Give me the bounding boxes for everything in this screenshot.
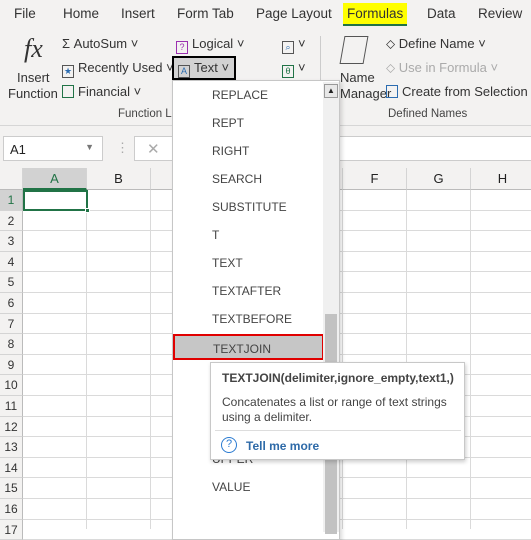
use-in-formula-button: ⬦ Use in Formula ˅ xyxy=(386,60,499,75)
dropdown-icon: ▼ xyxy=(85,142,94,152)
row-header-6[interactable]: 6 xyxy=(0,293,23,314)
name-box[interactable]: A1 ▼ xyxy=(3,136,103,161)
row-header-5[interactable]: 5 xyxy=(0,272,23,293)
name-tag-icon xyxy=(339,36,369,64)
text-functions-menu: REPLACE REPT RIGHT SEARCH SUBSTITUTE T TEXT TEX… xyxy=(172,80,340,540)
row-header-9[interactable]: 9 xyxy=(0,354,23,376)
row-header-13[interactable]: 13 xyxy=(0,437,23,458)
tab-file[interactable]: File xyxy=(14,6,36,21)
tab-data[interactable]: Data xyxy=(427,6,456,21)
create-selection-icon xyxy=(386,85,398,98)
menu-item-substitute[interactable]: SUBSTITUTE xyxy=(174,194,324,220)
text-book-icon: A xyxy=(178,65,190,78)
row-header-4[interactable]: 4 xyxy=(0,251,23,273)
row-header-8[interactable]: 8 xyxy=(0,334,23,355)
tab-insert[interactable]: Insert xyxy=(121,6,155,21)
row-header-2[interactable]: 2 xyxy=(0,210,23,232)
tab-review[interactable]: Review xyxy=(478,6,522,21)
tooltip-signature: TEXTJOIN(delimiter,ignore_empty,text1,) xyxy=(222,371,454,385)
recently-used-button[interactable]: ★ Recently Used ˅ xyxy=(62,60,174,78)
function-tooltip: TEXTJOIN(delimiter,ignore_empty,text1,) … xyxy=(210,362,465,460)
question-book-icon: ? xyxy=(176,41,188,54)
tell-me-more-link[interactable]: Tell me more xyxy=(246,439,319,453)
menu-item-textjoin[interactable]: TEXTJOIN xyxy=(173,334,324,360)
menu-item-rept[interactable]: REPT xyxy=(174,110,324,136)
row-header-15[interactable]: 15 xyxy=(0,478,23,499)
menu-item-text[interactable]: TEXT xyxy=(174,250,324,276)
create-from-selection-button[interactable]: Create from Selection xyxy=(386,84,528,99)
autosum-button[interactable]: Σ AutoSum ˅ xyxy=(62,36,138,51)
row-header-12[interactable]: 12 xyxy=(0,416,23,438)
tab-page-layout[interactable]: Page Layout xyxy=(256,6,332,21)
menu-item-right[interactable]: RIGHT xyxy=(174,138,324,164)
row-header-17[interactable]: 17 xyxy=(0,519,23,540)
tab-home[interactable]: Home xyxy=(63,6,99,21)
fill-handle[interactable] xyxy=(85,208,90,213)
ribbon-tabs: File Home Insert Form Tab Page Layout Fo… xyxy=(0,0,531,30)
tag-fx-icon: ⬦ xyxy=(386,60,399,75)
column-header-B[interactable]: B xyxy=(87,168,151,190)
row-header-10[interactable]: 10 xyxy=(0,375,23,396)
name-manager-label[interactable]: Manager xyxy=(340,86,391,101)
financial-icon xyxy=(62,85,74,98)
active-cell-A1[interactable] xyxy=(23,190,90,213)
row-header-16[interactable]: 16 xyxy=(0,499,23,520)
select-all-corner[interactable] xyxy=(0,168,23,190)
row-header-14[interactable]: 14 xyxy=(0,457,23,479)
menu-item-value[interactable]: VALUE xyxy=(174,474,324,500)
divider xyxy=(215,430,461,431)
tag-icon: ⬦ xyxy=(386,36,399,51)
column-header-G[interactable]: G xyxy=(407,168,471,190)
menu-item-replace[interactable]: REPLACE xyxy=(174,82,324,108)
lookup-button[interactable]: ⌕ ˅ xyxy=(282,36,306,54)
cancel-icon[interactable]: ✕ xyxy=(147,140,160,158)
menu-item-textafter[interactable]: TEXTAFTER xyxy=(174,278,324,304)
theta-icon: θ xyxy=(282,65,294,78)
math-button[interactable]: θ ˅ xyxy=(282,60,306,78)
fx-icon: fx xyxy=(24,34,43,63)
insert-function-button[interactable]: Insert xyxy=(17,70,50,85)
text-button[interactable]: A Text ˅ xyxy=(172,56,236,80)
menu-item-textbefore[interactable]: TEXTBEFORE xyxy=(174,306,324,332)
define-name-button[interactable]: ⬦ Define Name ˅ xyxy=(386,36,486,52)
lookup-icon: ⌕ xyxy=(282,41,294,54)
tooltip-description: Concatenates a list or range of text str… xyxy=(222,395,447,424)
column-header-F[interactable]: F xyxy=(343,168,407,190)
scroll-up-arrow[interactable]: ▲ xyxy=(324,84,338,98)
name-manager-button[interactable]: Name xyxy=(340,70,375,85)
menu-item-t[interactable]: T xyxy=(174,222,324,248)
tab-formulas[interactable]: Formulas xyxy=(343,3,408,26)
financial-button[interactable]: Financial ˅ xyxy=(62,84,141,99)
row-header-1[interactable]: 1 xyxy=(0,190,23,211)
help-icon: ? xyxy=(221,437,237,453)
menu-item-search[interactable]: SEARCH xyxy=(174,166,324,192)
logical-button[interactable]: ? Logical ˅ xyxy=(176,36,244,54)
more-icon: ⋮ xyxy=(116,140,129,155)
row-header-3[interactable]: 3 xyxy=(0,231,23,252)
tab-form[interactable]: Form Tab xyxy=(177,6,234,21)
group-defined-names: Defined Names xyxy=(388,108,468,120)
menu-scrollbar[interactable]: ▲ xyxy=(323,82,339,534)
row-header-11[interactable]: 11 xyxy=(0,396,23,417)
insert-function-label[interactable]: Function xyxy=(8,86,58,101)
column-header-A[interactable]: A xyxy=(23,168,87,190)
sigma-icon: Σ xyxy=(62,36,74,51)
star-book-icon: ★ xyxy=(62,65,74,78)
column-header-H[interactable]: H xyxy=(471,168,531,190)
row-header-7[interactable]: 7 xyxy=(0,313,23,335)
